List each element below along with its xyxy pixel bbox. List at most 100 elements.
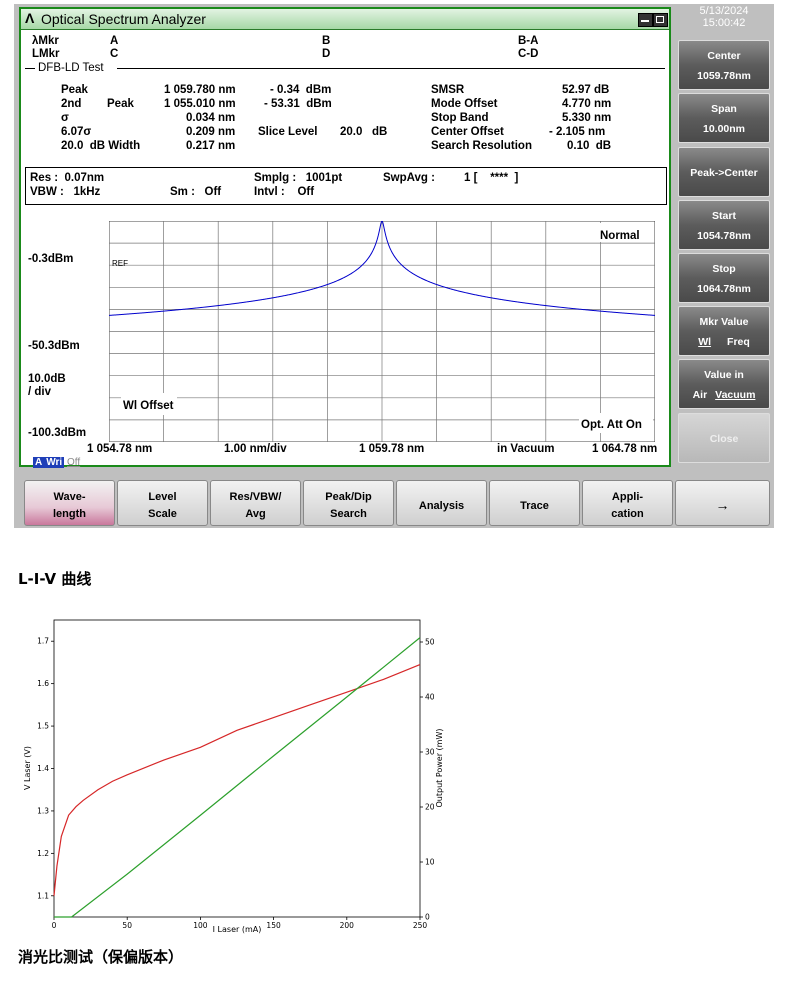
marker-b-a: B-A xyxy=(518,35,539,47)
time: 15:00:42 xyxy=(702,17,746,29)
key-label-2: cation xyxy=(611,508,644,520)
x-tick-label: 50 xyxy=(122,921,132,930)
softkey-label: Peak->Center xyxy=(690,167,758,179)
softkey-span[interactable]: Span 10.00nm xyxy=(678,93,770,143)
stop-band-label: Stop Band xyxy=(431,112,489,124)
marker-b: B xyxy=(322,35,331,47)
analyzer-window: Λ Optical Spectrum Analyzer λMkr LMkr A … xyxy=(19,7,671,468)
x-tick-label: 200 xyxy=(340,921,355,930)
key-res-vbw-avg[interactable]: Res/VBW/ Avg xyxy=(210,480,301,526)
x-start-label: 1 054.78 nm xyxy=(87,443,153,455)
softkey-options: Air Vacuum xyxy=(679,389,769,401)
second-peak-sub: Peak xyxy=(107,98,134,110)
option-wl[interactable]: Wl xyxy=(698,336,711,348)
sweep-avg-value: 1 [ **** ] xyxy=(464,172,519,184)
softkey-label: Mkr Value xyxy=(699,316,749,328)
liv-x-label: I Laser (mA) xyxy=(213,925,262,934)
key-trace[interactable]: Trace xyxy=(489,480,580,526)
divider xyxy=(25,68,35,69)
key-next-arrow[interactable]: → xyxy=(675,480,770,526)
spectrum-plot: REF Normal Wl Offset Opt. Att On xyxy=(109,221,655,442)
option-vacuum[interactable]: Vacuum xyxy=(715,389,755,401)
arrow-right-icon: → xyxy=(715,497,730,513)
extinction-heading: 消光比测试（保偏版本） xyxy=(18,948,184,966)
softkey-value: 1059.78nm xyxy=(697,70,751,82)
y-tick-label: 1.7 xyxy=(37,637,49,646)
divider xyxy=(117,68,665,69)
x-center-label: 1 059.78 nm xyxy=(359,443,425,455)
x-tick-label: 250 xyxy=(413,921,428,930)
minimize-button[interactable] xyxy=(638,13,653,27)
liv-plot-frame xyxy=(53,619,421,918)
key-analysis[interactable]: Analysis xyxy=(396,480,487,526)
key-label: Analysis xyxy=(418,500,465,512)
y-tick-label: 1.3 xyxy=(37,806,49,815)
sigma6-value: 0.209 nm xyxy=(186,126,236,138)
key-peak-dip-search[interactable]: Peak/Dip Search xyxy=(303,480,394,526)
interval: Intvl : Off xyxy=(254,186,315,198)
softkey-options: Wl Freq xyxy=(679,336,769,348)
peak-wavelength: 1 059.780 nm xyxy=(164,84,236,96)
key-label-2: length xyxy=(53,508,86,520)
y-tick-label: 1.2 xyxy=(37,849,49,858)
sigma6-label: 6.07σ xyxy=(61,126,92,138)
softkey-peak-to-center[interactable]: Peak->Center xyxy=(678,147,770,197)
y2-tick-label: 20 xyxy=(425,803,435,812)
trace-write: Wri xyxy=(44,457,65,468)
scale-unit-label: / div xyxy=(28,386,52,398)
softkey-label: Span xyxy=(711,103,737,115)
key-label-2: Avg xyxy=(245,508,266,520)
key-level-scale[interactable]: Level Scale xyxy=(117,480,208,526)
trace-status[interactable]: A Wri Off xyxy=(33,457,80,468)
key-wavelength[interactable]: Wave- length xyxy=(24,480,115,526)
smoothing: Sm : Off xyxy=(170,186,222,198)
softkey-label: Value in xyxy=(704,369,744,381)
section-label: DFB-LD Test xyxy=(38,62,104,74)
softkey-close[interactable]: Close xyxy=(678,413,770,463)
center-offset-value: - 2.105 nm xyxy=(549,126,606,138)
key-label: Appli- xyxy=(611,491,644,503)
search-resolution-label: Search Resolution xyxy=(431,140,532,152)
y2-tick-label: 10 xyxy=(425,858,435,867)
spectrum-analyzer-screen: Λ Optical Spectrum Analyzer λMkr LMkr A … xyxy=(14,4,774,528)
liv-y2-label: Output Power (mW) xyxy=(435,728,444,807)
maximize-button[interactable] xyxy=(653,13,668,27)
option-freq[interactable]: Freq xyxy=(727,336,750,348)
peak-level: - 0.34 dBm xyxy=(270,84,332,96)
width-label: 20.0 dB Width xyxy=(61,140,141,152)
sweep-avg-label: SwpAvg : xyxy=(383,172,435,184)
y2-tick-label: 40 xyxy=(425,693,435,702)
key-label: Level xyxy=(148,491,177,503)
resolution: Res : 0.07nm xyxy=(30,172,105,184)
key-application[interactable]: Appli- cation xyxy=(582,480,673,526)
mid-level-label: -50.3dBm xyxy=(28,340,80,352)
peak-label: Peak xyxy=(61,84,88,96)
softkey-start[interactable]: Start 1054.78nm xyxy=(678,200,770,250)
second-peak-level: - 53.31 dBm xyxy=(264,98,332,110)
option-air[interactable]: Air xyxy=(693,389,708,401)
app-logo-icon: Λ xyxy=(25,10,35,26)
softkey-value-in[interactable]: Value in Air Vacuum xyxy=(678,359,770,409)
center-offset-label: Center Offset xyxy=(431,126,504,138)
softkey-stop[interactable]: Stop 1064.78nm xyxy=(678,253,770,303)
mode-offset-label: Mode Offset xyxy=(431,98,498,110)
y2-tick-label: 0 xyxy=(425,913,430,922)
title-bar: Λ Optical Spectrum Analyzer xyxy=(21,9,669,30)
softkey-mkr-value[interactable]: Mkr Value Wl Freq xyxy=(678,306,770,356)
second-peak-label: 2nd xyxy=(61,98,82,110)
opt-att-label: Opt. Att On xyxy=(581,419,642,431)
trace-tag: A xyxy=(33,457,45,468)
key-label: Wave- xyxy=(53,491,86,503)
x-div-label: 1.00 nm/div xyxy=(224,443,287,455)
liv-heading: L-I-V 曲线 xyxy=(18,570,92,588)
sampling: Smplg : 1001pt xyxy=(254,172,343,184)
sigma-label: σ xyxy=(61,112,69,124)
y2-tick-label: 50 xyxy=(425,638,435,647)
x-stop-label: 1 064.78 nm xyxy=(592,443,658,455)
marker-a: A xyxy=(110,35,119,47)
stop-band-value: 5.330 nm xyxy=(562,112,612,124)
key-label: Peak/Dip xyxy=(325,491,372,503)
softkey-center[interactable]: Center 1059.78nm xyxy=(678,40,770,90)
softkey-label: Close xyxy=(709,433,739,445)
display-mode: Normal xyxy=(600,230,640,242)
